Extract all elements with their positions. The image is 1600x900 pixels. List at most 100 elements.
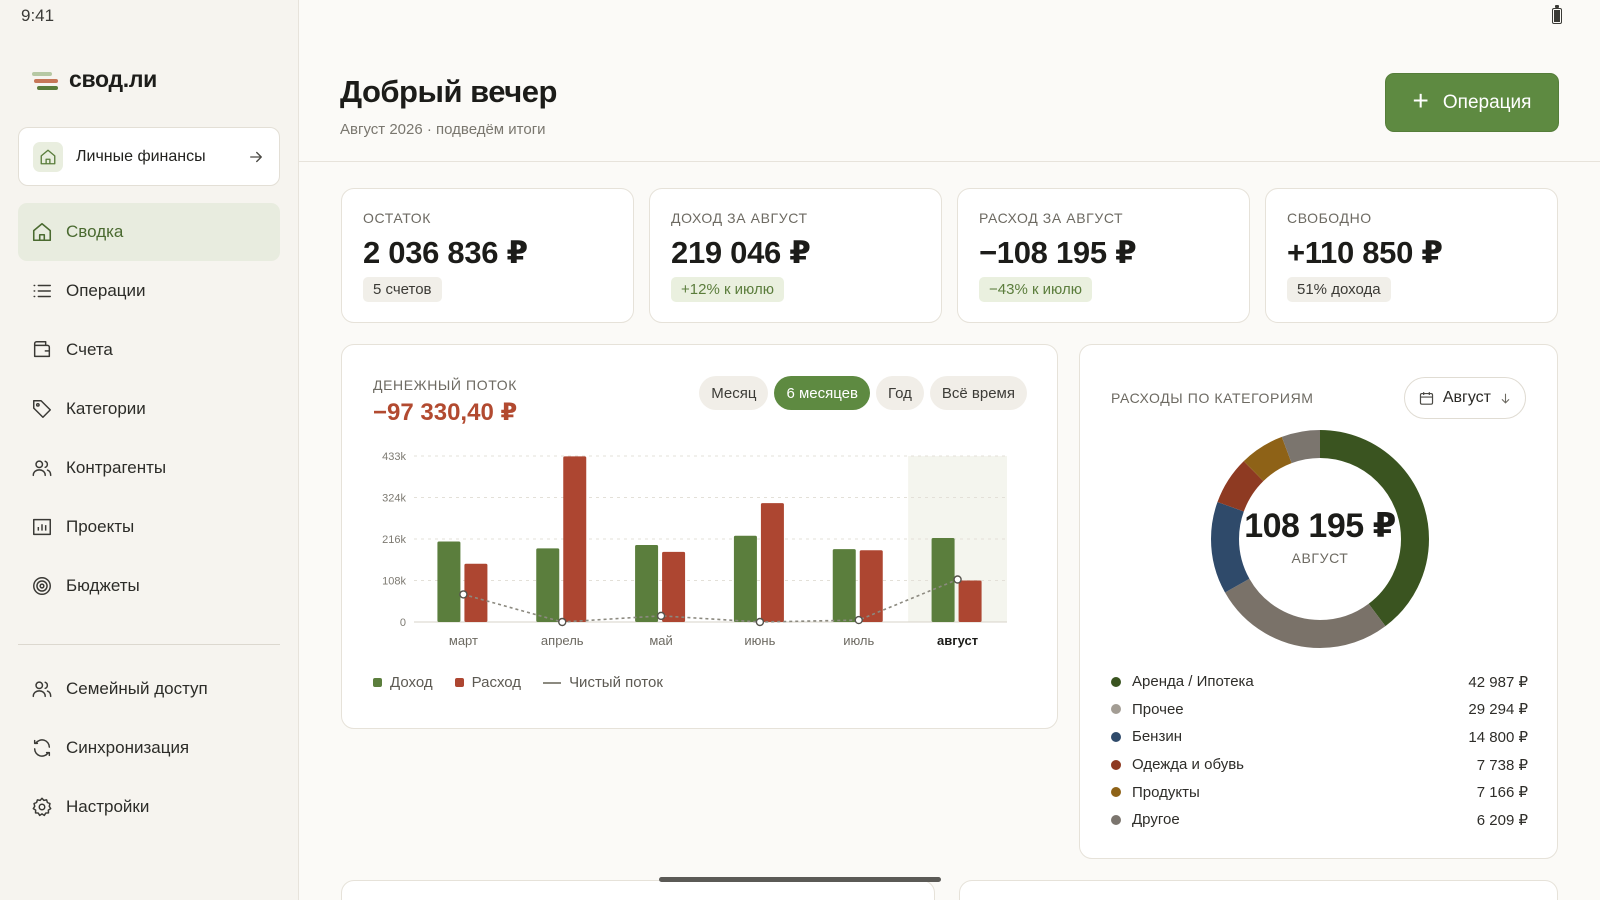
bar-income: [635, 544, 659, 622]
category-name: Другое: [1132, 811, 1180, 829]
category-dot: [1111, 676, 1121, 687]
nav-item-summary[interactable]: Сводка: [18, 203, 280, 261]
category-name: Бензин: [1132, 728, 1183, 746]
category-value: 29 294 ₽: [1468, 701, 1528, 719]
y-tick-label: 0: [400, 617, 406, 629]
add-operation-button[interactable]: + Операция: [1385, 73, 1559, 132]
categories-card: РАСХОДЫ ПО КАТЕГОРИЯМ Август 108 195 ₽ А…: [1079, 344, 1558, 859]
nav-item-label: Настройки: [66, 797, 150, 816]
kpi-value: −108 195 ₽: [979, 235, 1137, 270]
kpi-value: +110 850 ₽: [1287, 235, 1443, 270]
bar-expense: [662, 551, 686, 622]
category-dot: [1111, 731, 1121, 742]
category-value: 6 209 ₽: [1476, 811, 1528, 829]
sidebar: свод.ли Личные финансы Сводка Операции С…: [0, 0, 299, 900]
main-nav: Сводка Операции Счета Категории Контраге…: [18, 203, 280, 616]
cashflow-card: 0 108k 216k 324k 433k март апрель май июнь июль ав…: [341, 344, 1058, 729]
brand-logo[interactable]: свод.ли: [32, 66, 157, 93]
range-6-months-button[interactable]: 6 месяцев: [774, 376, 870, 410]
category-row[interactable]: Прочее 29 294 ₽: [1111, 696, 1528, 724]
bar-income: [733, 535, 757, 622]
legend-income-label: Доход: [390, 674, 433, 691]
kpi-card-expense[interactable]: РАСХОД ЗА АВГУСТ −108 195 ₽ −43% к июлю: [957, 188, 1250, 323]
kpi-card-income[interactable]: ДОХОД ЗА АВГУСТ 219 046 ₽ +12% к июлю: [649, 188, 942, 323]
range-year-button[interactable]: Год: [876, 376, 924, 410]
nav-item-operations[interactable]: Операции: [18, 262, 280, 320]
gear-icon: [32, 797, 52, 817]
nav-item-categories[interactable]: Категории: [18, 380, 280, 438]
nav-item-label: Семейный доступ: [66, 679, 208, 698]
category-row[interactable]: Бензин 14 800 ₽: [1111, 723, 1528, 751]
legend-net-label: Чистый поток: [569, 674, 663, 691]
legend-expense-label: Расход: [471, 674, 522, 691]
workspace-label: Личные финансы: [76, 147, 206, 165]
nav-item-label: Сводка: [66, 222, 124, 241]
x-tick-label: март: [449, 633, 478, 648]
status-bar: 9:41: [0, 0, 1600, 30]
battery-icon: [1552, 5, 1562, 24]
bar-income: [536, 548, 560, 622]
kpi-value: 219 046 ₽: [671, 235, 811, 270]
x-tick-label: апрель: [541, 633, 584, 648]
bar-expense: [958, 580, 982, 622]
kpi-card-balance[interactable]: ОСТАТОК 2 036 836 ₽ 5 счетов: [341, 188, 634, 323]
category-row[interactable]: Аренда / Ипотека 42 987 ₽: [1111, 668, 1528, 696]
nav-item-label: Проекты: [66, 517, 135, 536]
nav-item-budgets[interactable]: Бюджеты: [18, 557, 280, 615]
target-icon: [33, 577, 51, 595]
kpi-label: ОСТАТОК: [363, 210, 432, 226]
category-value: 7 166 ₽: [1476, 784, 1528, 802]
net-flow-point: [558, 617, 567, 627]
home-icon: [32, 222, 52, 242]
page-title: Добрый вечер: [340, 74, 557, 109]
header-divider: [299, 161, 1600, 162]
add-operation-label: Операция: [1442, 91, 1532, 113]
bar-income: [931, 538, 955, 622]
month-picker[interactable]: Август: [1403, 377, 1526, 419]
bottom-card-left: [341, 880, 935, 900]
main-content: Добрый вечер Август 2026 · подведём итог…: [299, 0, 1600, 900]
category-row[interactable]: Продукты 7 166 ₽: [1111, 778, 1528, 806]
net-flow-point: [755, 617, 765, 627]
nav-item-family-access[interactable]: Семейный доступ: [18, 660, 280, 718]
users-icon: [32, 460, 52, 477]
wallet-icon: [33, 341, 51, 358]
net-flow-point: [656, 611, 666, 621]
plus-icon: +: [1412, 85, 1429, 116]
home-indicator[interactable]: [659, 877, 941, 882]
legend-expense: Расход: [454, 674, 522, 691]
category-name: Аренда / Ипотека: [1132, 673, 1254, 691]
nav-item-label: Бюджеты: [66, 576, 140, 595]
category-dot: [1111, 814, 1121, 825]
nav-item-projects[interactable]: Проекты: [18, 498, 280, 556]
kpi-card-free[interactable]: СВОБОДНО +110 850 ₽ 51% дохода: [1265, 188, 1558, 323]
range-all-time-button[interactable]: Всё время: [929, 376, 1027, 410]
nav-item-label: Категории: [66, 399, 146, 418]
net-flow-point: [854, 615, 863, 625]
nav-item-settings[interactable]: Настройки: [18, 778, 280, 836]
bar-expense: [563, 456, 587, 622]
highlight-column: [908, 456, 1007, 622]
net-flow-point: [953, 575, 962, 584]
bar-expense: [464, 563, 488, 622]
category-row[interactable]: Одежда и обувь 7 738 ₽: [1111, 751, 1528, 779]
category-name: Одежда и обувь: [1132, 756, 1244, 774]
kpi-label: СВОБОДНО: [1287, 210, 1372, 226]
range-month-button[interactable]: Месяц: [699, 376, 769, 410]
nav-item-accounts[interactable]: Счета: [18, 321, 280, 379]
folder-chart-icon: [33, 518, 51, 536]
nav-item-sync[interactable]: Синхронизация: [18, 719, 280, 777]
sync-icon: [33, 739, 51, 757]
kpi-label: ДОХОД ЗА АВГУСТ: [671, 210, 808, 226]
workspace-switcher[interactable]: Личные финансы: [18, 127, 280, 186]
brand-name: свод.ли: [69, 66, 158, 92]
kpi-chip: 51% дохода: [1287, 277, 1391, 302]
donut-total: 108 195 ₽: [1244, 507, 1396, 545]
x-tick-label: май: [649, 633, 672, 648]
bar-income: [832, 549, 856, 622]
category-row[interactable]: Другое 6 209 ₽: [1111, 806, 1528, 834]
donut-center: 108 195 ₽ АВГУСТ: [1211, 430, 1429, 648]
nav-item-counterparties[interactable]: Контрагенты: [18, 439, 280, 497]
cashflow-value: −97 330,40 ₽: [373, 399, 518, 426]
category-name: Продукты: [1132, 783, 1200, 801]
